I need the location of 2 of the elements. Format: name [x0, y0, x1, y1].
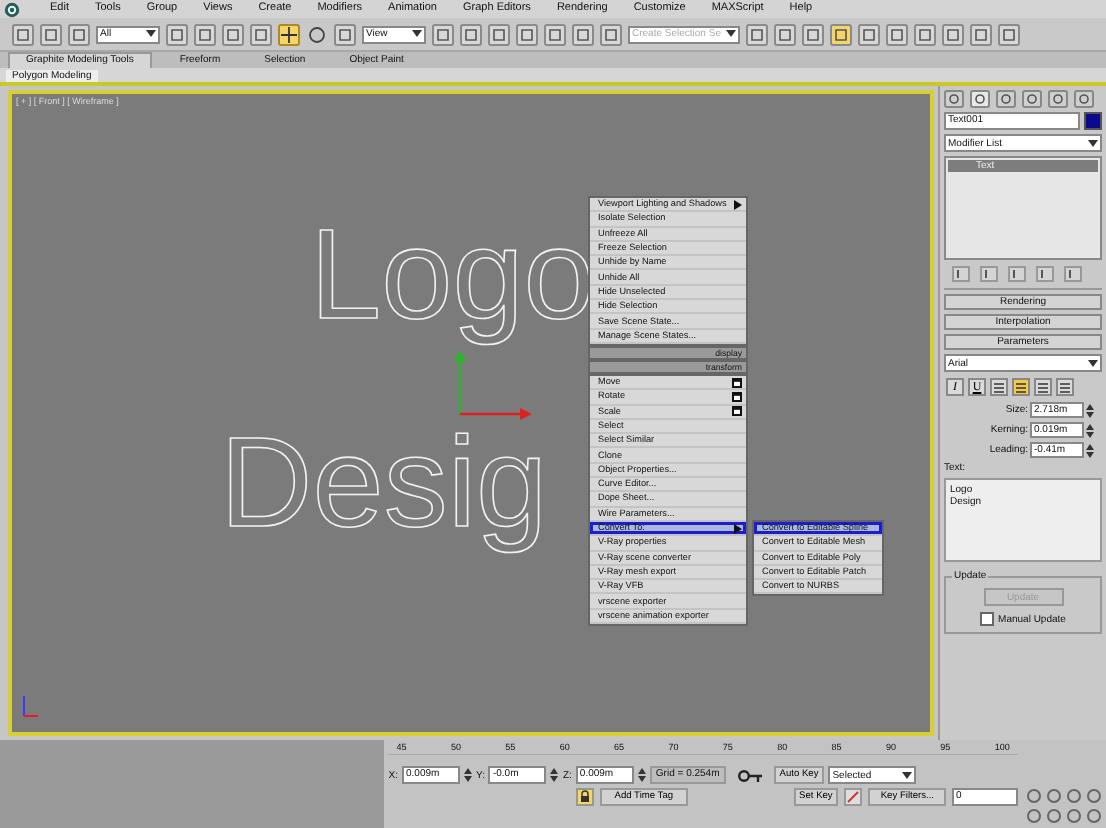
- spline-text: Logo: [310, 202, 595, 346]
- spline-text: Desig: [220, 410, 548, 554]
